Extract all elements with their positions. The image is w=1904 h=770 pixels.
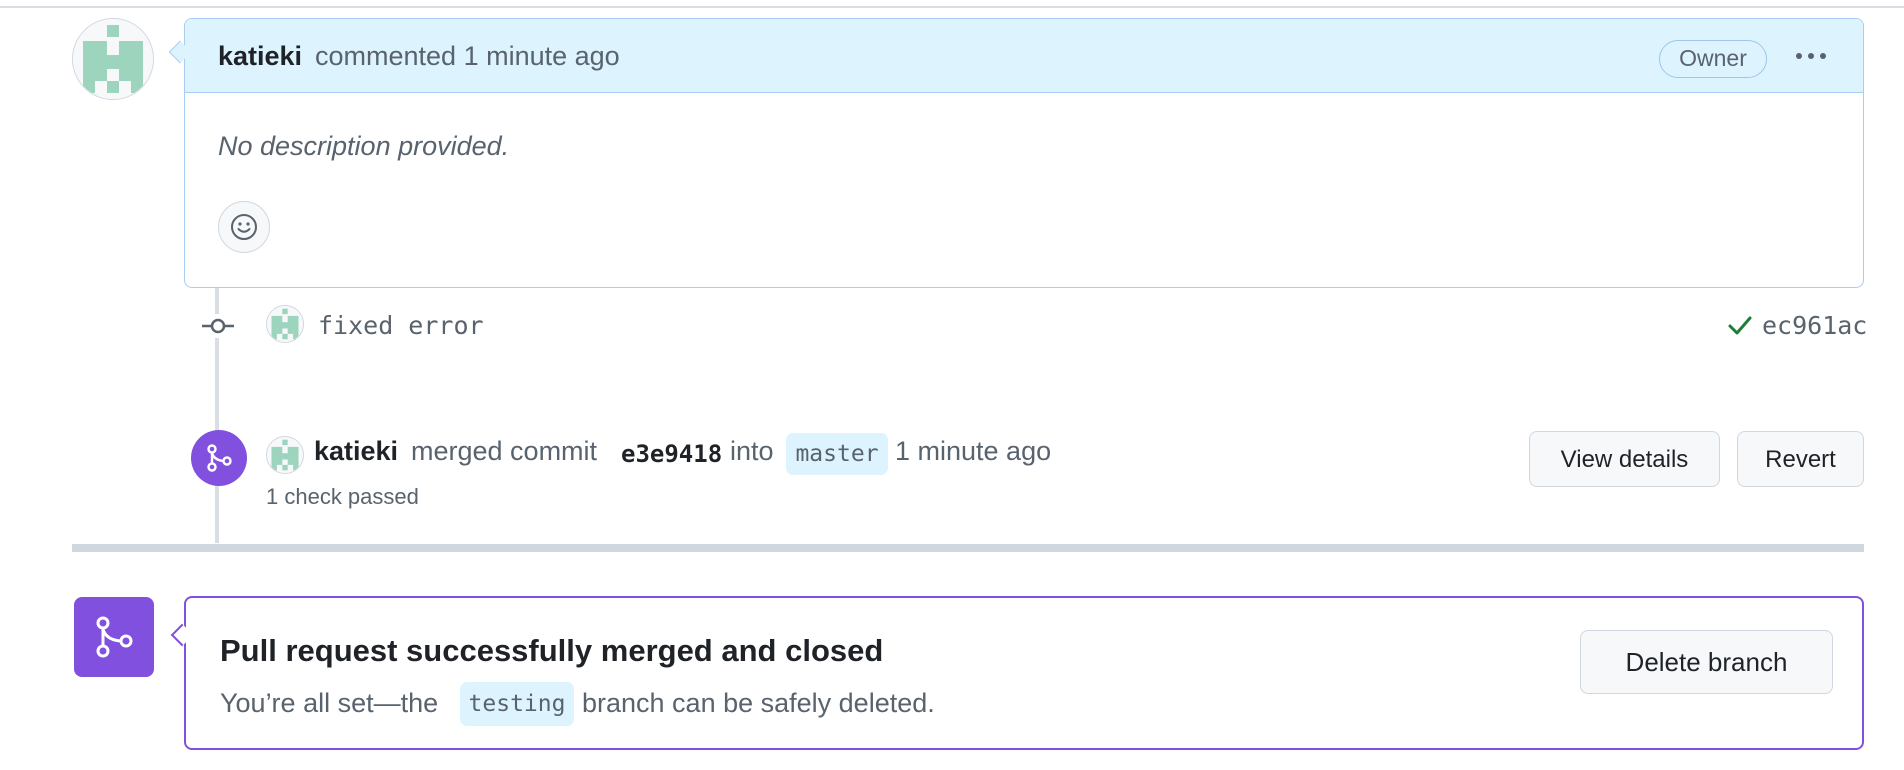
merged-status-card: Pull request successfully merged and clo… (184, 596, 1864, 750)
merged-description-end: branch can be safely deleted. (582, 688, 935, 718)
comment-options-button[interactable] (1785, 41, 1837, 71)
head-branch-chip[interactable]: testing (460, 682, 574, 726)
checks-status-link[interactable]: 1 check passed (266, 484, 419, 510)
git-commit-icon (200, 314, 236, 338)
commit-sha-link[interactable]: ec961ac (1762, 311, 1867, 340)
merge-timestamp: 1 minute ago (895, 436, 1052, 466)
kebab-horizontal-icon (1796, 53, 1826, 59)
merger-name-link[interactable]: katieki (314, 436, 398, 467)
identicon-avatar-icon (73, 19, 153, 99)
identicon-avatar-icon (267, 437, 303, 473)
comment-author-avatar[interactable] (72, 18, 154, 100)
comment-card: katieki commented 1 minute ago Owner No … (184, 18, 1864, 288)
delete-branch-button[interactable]: Delete branch (1580, 630, 1833, 694)
merged-event-badge (191, 430, 247, 486)
revert-button[interactable]: Revert (1737, 431, 1864, 487)
view-details-button[interactable]: View details (1529, 431, 1720, 487)
comment-timestamp: commented 1 minute ago (315, 41, 620, 71)
commit-message-link[interactable]: fixed error (318, 311, 484, 340)
git-merge-icon (207, 444, 232, 472)
comment-header: katieki commented 1 minute ago Owner (185, 19, 1863, 93)
merger-avatar[interactable] (266, 436, 304, 474)
comment-body-text: No description provided. (218, 131, 510, 161)
check-icon[interactable] (1726, 311, 1754, 339)
merged-title: Pull request successfully merged and clo… (220, 633, 884, 668)
merged-status-icon (74, 597, 154, 677)
smiley-icon (231, 214, 257, 240)
git-merge-icon (96, 616, 133, 658)
merge-into-text: into (730, 436, 774, 466)
base-branch-chip[interactable]: master (786, 433, 888, 475)
merge-action-text: merged commit (411, 436, 598, 466)
owner-badge: Owner (1659, 40, 1767, 78)
identicon-avatar-icon (267, 306, 303, 342)
top-divider (0, 6, 1904, 8)
timeline-end-divider (72, 544, 1864, 552)
comment-author-link[interactable]: katieki (218, 41, 302, 72)
merge-commit-sha-link[interactable]: e3e9418 (621, 440, 722, 468)
add-reaction-button[interactable] (218, 201, 270, 253)
commit-author-avatar[interactable] (266, 305, 304, 343)
merged-description-start: You’re all set—the (220, 688, 439, 718)
